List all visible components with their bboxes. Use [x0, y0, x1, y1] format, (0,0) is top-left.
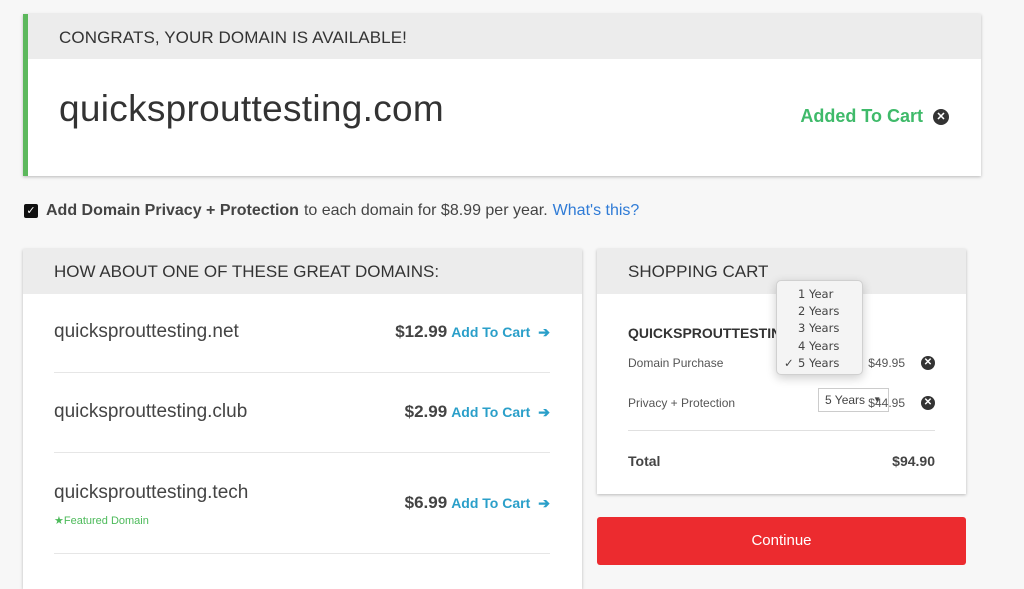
availability-heading: CONGRATS, YOUR DOMAIN IS AVAILABLE!: [28, 14, 981, 59]
cart-line-privacy: Privacy + Protection 5 Years ▼ $44.95 ✕: [628, 388, 935, 412]
available-domain-name: quicksprouttesting.com: [59, 88, 445, 129]
option-label: 4 Years: [798, 338, 840, 353]
list-item: quicksprouttesting.net $12.99 Add To Car…: [54, 294, 550, 373]
added-to-cart-label: Added To Cart: [800, 106, 923, 126]
term-dropdown-menu[interactable]: 1 Year 2 Years 3 Years 4 Years ✓ 5 Years: [776, 280, 863, 375]
line-amount: $49.95: [868, 356, 905, 370]
add-to-cart-button[interactable]: Add To Cart ➔: [451, 324, 550, 341]
privacy-label: Add Domain Privacy + Protection: [46, 202, 299, 219]
price-and-action: $2.99 Add To Cart ➔: [405, 402, 550, 422]
option-label: 2 Years: [798, 304, 840, 319]
list-item: quicksprouttesting.club $2.99 Add To Car…: [54, 373, 550, 453]
domain-price: $12.99: [395, 322, 448, 341]
line-label: Domain Purchase: [628, 356, 724, 370]
featured-domain-badge: ★Featured Domain: [54, 514, 149, 527]
selected-term: 5 Years: [825, 393, 866, 407]
total-label: Total: [628, 453, 661, 469]
add-to-cart-button[interactable]: Add To Cart ➔: [451, 404, 550, 421]
added-to-cart-status: Added To Cart ✕: [800, 106, 949, 127]
checkmark-icon: ✓: [784, 355, 794, 370]
total-amount: $94.90: [892, 453, 935, 469]
price-and-action: $12.99 Add To Cart ➔: [395, 322, 550, 342]
add-to-cart-label: Add To Cart: [451, 404, 531, 420]
suggested-domains-card: HOW ABOUT ONE OF THESE GREAT DOMAINS: qu…: [23, 249, 582, 589]
arrow-right-icon: ➔: [538, 403, 550, 420]
option-label: 1 Year: [798, 287, 834, 301]
term-option[interactable]: 1 Year: [777, 286, 862, 303]
cart-total: Total $94.90: [628, 453, 935, 469]
suggested-domain-name: quicksprouttesting.club: [54, 401, 248, 422]
cart-divider: [628, 430, 935, 431]
add-to-cart-button[interactable]: Add To Cart ➔: [451, 495, 550, 512]
term-option[interactable]: 4 Years: [777, 338, 862, 355]
featured-label: Featured Domain: [63, 515, 149, 527]
term-option-selected[interactable]: ✓ 5 Years: [777, 355, 862, 372]
privacy-description: to each domain for $8.99 per year.: [303, 202, 548, 219]
price-and-action: $6.99 Add To Cart ➔: [405, 493, 550, 513]
whats-this-link[interactable]: What's this?: [553, 202, 640, 220]
remove-from-cart-icon[interactable]: ✕: [933, 108, 949, 125]
continue-button[interactable]: Continue: [597, 517, 966, 565]
suggested-domain-name: quicksprouttesting.tech: [54, 482, 249, 503]
list-item: quicksprouttesting.tech ★Featured Domain…: [54, 453, 550, 554]
term-option[interactable]: 2 Years: [777, 303, 862, 320]
domain-price: $6.99: [404, 493, 448, 512]
option-label: 5 Years: [798, 355, 840, 370]
add-to-cart-label: Add To Cart: [451, 495, 531, 511]
add-to-cart-label: Add To Cart: [451, 324, 531, 340]
suggested-domain-name: quicksprouttesting.net: [54, 321, 239, 342]
term-option[interactable]: 3 Years: [777, 320, 862, 337]
domain-price: $2.99: [404, 402, 448, 421]
line-label: Privacy + Protection: [628, 396, 736, 410]
arrow-right-icon: ➔: [538, 494, 550, 511]
remove-line-icon[interactable]: ✕: [921, 396, 935, 410]
line-amount: $44.95: [868, 396, 905, 410]
suggestions-heading: HOW ABOUT ONE OF THESE GREAT DOMAINS:: [23, 249, 582, 294]
domain-available-card: CONGRATS, YOUR DOMAIN IS AVAILABLE! quic…: [23, 14, 981, 176]
arrow-right-icon: ➔: [538, 323, 550, 340]
option-label: 3 Years: [798, 321, 840, 336]
cart-domain-name: QUICKSPROUTTESTIN: [628, 325, 782, 341]
star-icon: ★: [54, 515, 64, 527]
privacy-option: ✓ Add Domain Privacy + Protection to eac…: [24, 202, 639, 220]
privacy-checkbox[interactable]: ✓: [24, 204, 38, 218]
remove-line-icon[interactable]: ✕: [921, 356, 935, 370]
